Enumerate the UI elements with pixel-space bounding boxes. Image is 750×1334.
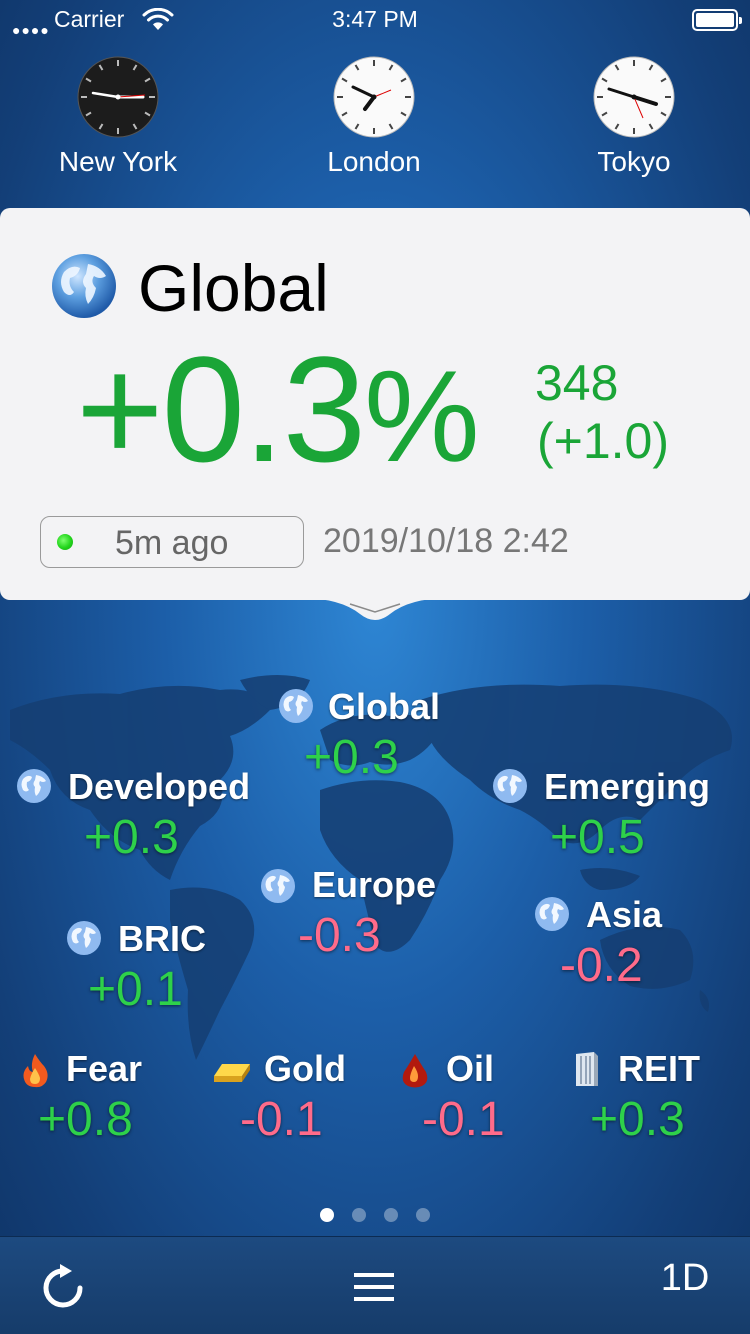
building-icon [576,1052,598,1086]
region-value: +0.3 [304,731,399,784]
region-value: -0.1 [240,1093,323,1146]
flame-icon [23,1054,48,1088]
region-value: +0.8 [38,1093,133,1146]
app-screen: ●●●● Carrier 3:47 PM New York London Tok… [0,0,750,1334]
percent-change-value: +0.3 [76,325,366,493]
page-dot[interactable] [416,1208,430,1222]
clock-new-york[interactable]: New York [18,56,218,178]
globe-icon [493,769,527,803]
globe-icon [67,921,101,955]
clock-light-icon [593,56,675,138]
region-name: Developed [68,766,251,807]
region-value: +0.1 [88,963,183,1016]
clock-london[interactable]: London [274,56,474,178]
menu-icon[interactable] [352,1269,396,1305]
bottom-toolbar: 1D [0,1236,750,1334]
region-name: Europe [312,864,437,905]
refresh-icon[interactable] [38,1263,90,1313]
oil-drop-icon [402,1054,428,1088]
region-name: Global [328,686,441,727]
region-value: -0.1 [422,1093,505,1146]
region-name: Fear [66,1048,143,1089]
status-time: 3:47 PM [332,6,418,32]
region-name: BRIC [118,918,206,959]
region-name: Emerging [544,766,711,807]
card-pointer [0,598,750,620]
region-name: REIT [618,1048,701,1089]
globe-icon [279,689,313,723]
status-bar: ●●●● Carrier 3:47 PM [0,0,750,40]
globe-icon [52,254,116,318]
updated-ago-label: 5m ago [115,524,229,562]
index-value: 348 [535,355,619,411]
clock-tokyo[interactable]: Tokyo [534,56,734,178]
card-title: Global [138,251,329,325]
page-dot[interactable] [352,1208,366,1222]
region-value: +0.3 [590,1093,685,1146]
live-status-icon [57,534,73,550]
region-value: +0.3 [84,811,179,864]
region-name: Gold [264,1048,346,1089]
clock-city-label: London [327,146,421,177]
index-change: (+1.0) [537,413,670,469]
globe-icon [17,769,51,803]
page-dot[interactable] [384,1208,398,1222]
globe-icon [261,869,295,903]
page-dot-active[interactable] [320,1208,334,1222]
last-updated-pill[interactable]: 5m ago [40,516,304,568]
battery-icon [692,9,742,31]
updated-timestamp: 2019/10/18 2:42 [323,522,569,560]
page-indicator[interactable] [0,1208,750,1224]
globe-icon [535,897,569,931]
clock-light-icon [333,56,415,138]
clock-city-label: Tokyo [597,146,671,177]
percent-change: +0.3% [76,334,480,491]
time-range-button[interactable]: 1D [640,1257,730,1300]
region-value: -0.3 [298,909,381,962]
gold-bar-icon [214,1064,250,1082]
clock-dark-icon [77,56,159,138]
region-name: Oil [446,1048,495,1089]
region-name: Asia [586,894,663,935]
region-value: -0.2 [560,939,643,992]
percent-sign: % [364,343,480,489]
region-value: +0.5 [550,811,645,864]
clock-city-label: New York [58,146,178,177]
